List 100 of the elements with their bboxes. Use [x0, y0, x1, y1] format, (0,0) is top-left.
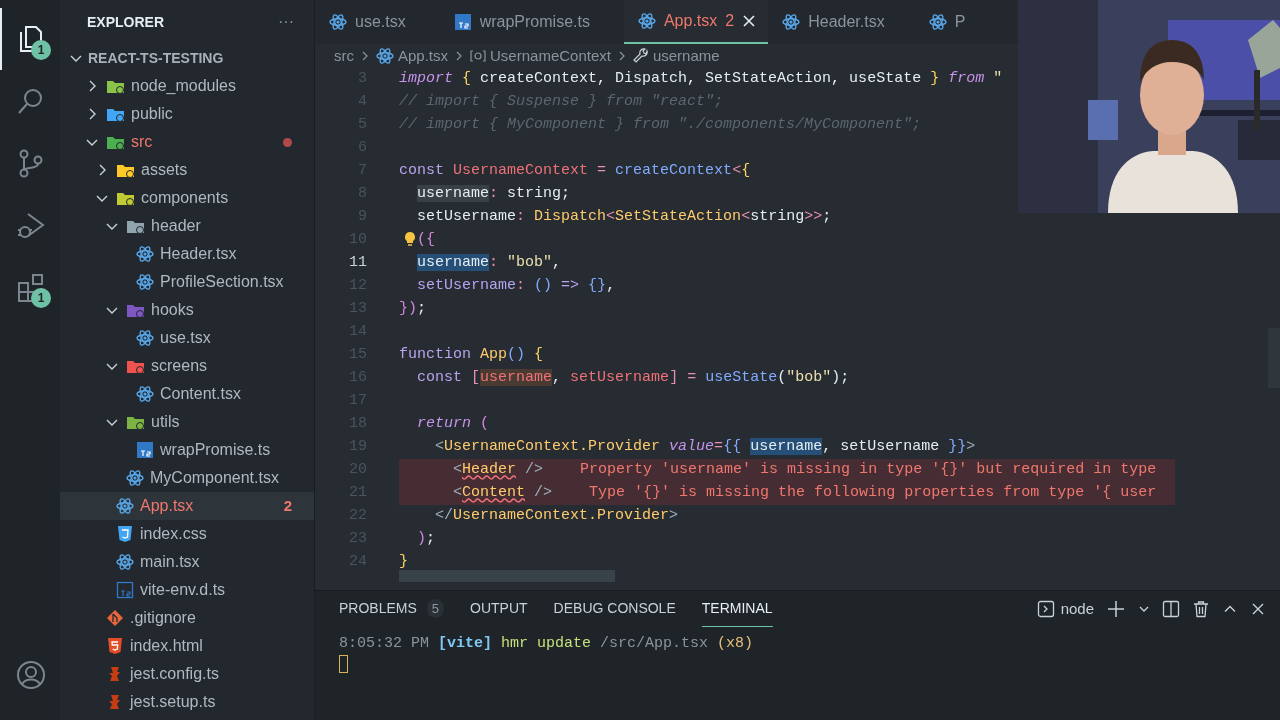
terminal-text: 8:05:32 PM	[339, 633, 429, 654]
code-line: // import { Suspense } from "react";	[399, 92, 724, 113]
code-line: // import { MyComponent } from "./components/MyComponent";	[399, 115, 922, 136]
tree-item[interactable]: header	[60, 212, 314, 240]
code-line: const UsernameContext = createContext<{	[399, 161, 751, 182]
wrench-icon	[632, 48, 649, 64]
panel-tab[interactable]: TERMINAL	[701, 591, 773, 627]
atom-icon	[782, 13, 801, 31]
terminal-shell-button[interactable]: node	[1036, 597, 1094, 621]
tree-item[interactable]: Header.tsx	[60, 240, 314, 268]
editor-tab[interactable]: use.tsx	[315, 0, 440, 44]
problem-count: 2	[725, 11, 735, 31]
tree-item[interactable]: .gitignore	[60, 604, 314, 632]
code-line: }	[399, 552, 408, 573]
file-type-icon	[136, 441, 154, 459]
count-badge: 5	[426, 598, 445, 619]
notification-badge: 1	[31, 288, 51, 308]
extensions-icon	[16, 272, 46, 302]
tree-item[interactable]: screens	[60, 352, 314, 380]
editor-tab[interactable]: wrapPromise.ts	[439, 0, 624, 44]
tree-item[interactable]: components	[60, 184, 314, 212]
error-message: Property 'username' is missing in type '{}' but required in type	[580, 460, 1157, 481]
terminal-icon	[1036, 600, 1055, 618]
tree-item[interactable]: jest.config.ts	[60, 660, 314, 688]
diamond-icon	[106, 609, 124, 627]
code-line: username: string;	[416, 184, 571, 205]
editor-tab[interactable]: P	[918, 0, 968, 44]
lightbulb-icon[interactable]	[403, 231, 417, 248]
tree-item[interactable]: public	[60, 100, 314, 128]
tree-item[interactable]: utils	[60, 408, 314, 436]
split-icon[interactable]	[1162, 600, 1180, 618]
account-icon	[16, 660, 46, 690]
breadcrumb-item[interactable]: src	[334, 44, 354, 68]
notification-badge: 1	[31, 40, 51, 60]
code-line: });	[399, 299, 427, 320]
terminal-text: hmr update	[501, 633, 592, 654]
problem-count: 2	[283, 495, 292, 516]
code-line: <Header />	[452, 460, 544, 481]
code-line: setUsername: Dispatch<SetStateAction<string>>;	[416, 207, 832, 228]
horizontal-scrollbar[interactable]	[399, 570, 615, 582]
tree-item[interactable]: hooks	[60, 296, 314, 324]
code-line: <Content />	[452, 483, 553, 504]
tree-item[interactable]: App.tsx 2	[60, 492, 314, 520]
atom-icon	[126, 469, 144, 487]
atom-icon	[136, 245, 154, 263]
breadcrumb-item[interactable]: username	[632, 44, 720, 68]
activity-bar-button[interactable]: 1	[0, 256, 60, 318]
close-icon[interactable]	[1250, 601, 1266, 617]
close-icon[interactable]	[742, 14, 757, 28]
trash-icon[interactable]	[1192, 600, 1210, 618]
atom-icon	[329, 13, 347, 31]
tree-item[interactable]: src	[60, 128, 314, 156]
tree-root-item[interactable]: REACT-TS-TESTING	[60, 44, 314, 72]
panel-tab[interactable]: OUTPUT	[470, 591, 528, 627]
tree-item[interactable]: Content.tsx	[60, 380, 314, 408]
atom-icon	[116, 497, 134, 515]
more-actions-button[interactable]: ···	[278, 10, 294, 34]
breadcrumb-item[interactable]: App.tsx	[376, 44, 449, 68]
run-debug-icon	[16, 210, 46, 240]
brackets-icon	[470, 48, 487, 64]
atom-icon	[136, 329, 154, 347]
code-line: return (	[416, 414, 490, 435]
editor-tab[interactable]: Header.tsx	[768, 0, 919, 44]
tree-item[interactable]: assets	[60, 156, 314, 184]
code-line: function App() {	[399, 345, 544, 366]
panel-tab[interactable]: DEBUG CONSOLE	[553, 591, 676, 627]
code-line: </UsernameContext.Provider>	[434, 506, 679, 527]
tree-item[interactable]: index.css	[60, 520, 314, 548]
tree-item[interactable]: jest.setup.ts	[60, 688, 314, 716]
code-line: );	[416, 529, 436, 550]
terminal-text: /src/App.tsx	[600, 633, 709, 654]
line-number: 11	[348, 253, 367, 274]
breadcrumb-item[interactable]: UsernameContext	[470, 44, 611, 68]
shield-icon	[106, 637, 124, 655]
tree-item[interactable]: vite-env.d.ts	[60, 576, 314, 604]
code-line: username: "bob",	[416, 253, 562, 274]
atom-icon	[136, 385, 154, 403]
sidebar-title: EXPLORER	[87, 12, 164, 32]
tree-item[interactable]: main.tsx	[60, 548, 314, 576]
atom-icon	[376, 47, 394, 65]
tree-item[interactable]: wrapPromise.ts	[60, 436, 314, 464]
file-type-icon	[116, 581, 134, 599]
code-line: ({	[399, 229, 435, 252]
tree-item[interactable]: use.tsx	[60, 324, 314, 352]
atom-icon	[136, 273, 154, 291]
file-type-icon	[453, 13, 472, 31]
editor-tab[interactable]: App.tsx 2	[623, 0, 769, 44]
plus-icon[interactable]	[1106, 599, 1126, 619]
code-line: const [username, setUsername] = useState("bob");	[416, 368, 850, 389]
chevron-right-icon	[360, 50, 370, 62]
code-line: setUsername: () => {},	[416, 276, 616, 297]
terminal-text: (x8)	[717, 633, 754, 654]
tree-item[interactable]: MyComponent.tsx	[60, 464, 314, 492]
atom-icon	[116, 553, 134, 571]
tree-item[interactable]: node_modules	[60, 72, 314, 100]
code-line: import { createContext, Dispatch, SetStateAction, useState } from "	[399, 69, 1003, 90]
panel-tab[interactable]: PROBLEMS 5	[339, 591, 445, 627]
tree-item[interactable]: ProfileSection.tsx	[60, 268, 314, 296]
terminal-cursor	[339, 655, 348, 673]
tree-item[interactable]: index.html	[60, 632, 314, 660]
